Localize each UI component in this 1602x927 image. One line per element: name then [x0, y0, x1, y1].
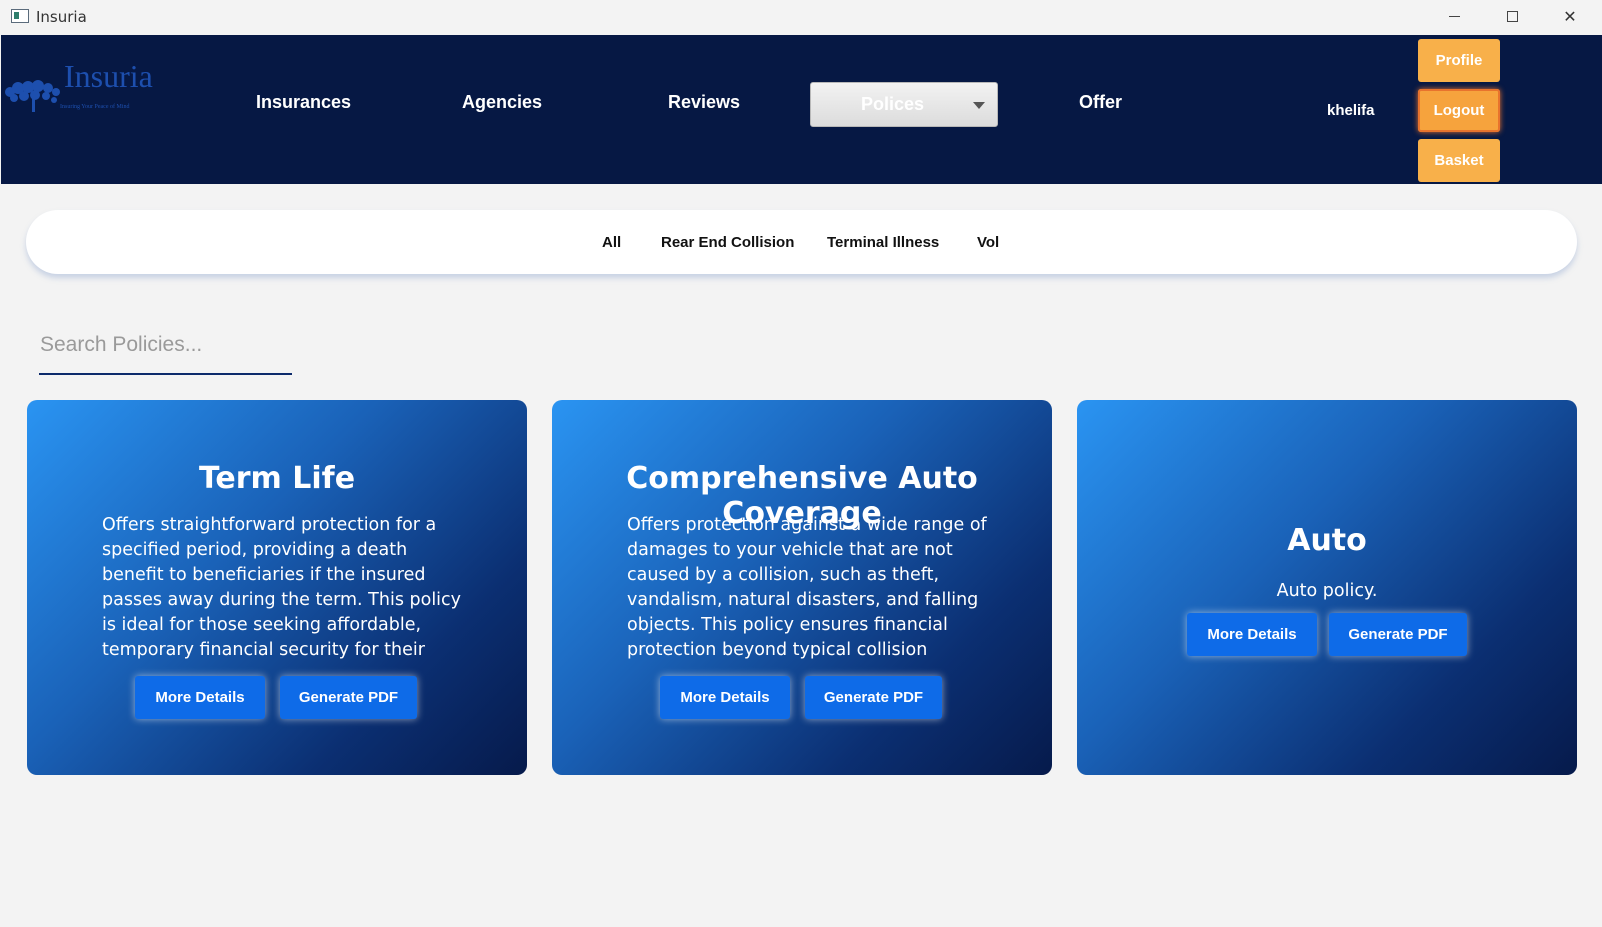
- nav-offer[interactable]: Offer: [1079, 92, 1122, 113]
- search-input[interactable]: [39, 316, 292, 373]
- search-field-wrapper: [39, 316, 292, 375]
- generate-pdf-button[interactable]: Generate PDF: [1329, 613, 1467, 656]
- basket-button[interactable]: Basket: [1418, 139, 1500, 182]
- policy-card-title: Auto: [1287, 523, 1367, 558]
- policy-card-title: Term Life: [198, 461, 356, 496]
- minimize-button[interactable]: [1425, 0, 1483, 33]
- filter-rear-end-collision[interactable]: Rear End Collision: [661, 234, 794, 251]
- logo-tree-icon: [5, 80, 60, 112]
- minimize-icon: [1448, 16, 1460, 17]
- maximize-button[interactable]: [1483, 0, 1541, 33]
- filter-terminal-illness[interactable]: Terminal Illness: [827, 234, 939, 251]
- close-icon: ✕: [1563, 8, 1577, 26]
- filter-vol[interactable]: Vol: [977, 234, 999, 251]
- close-window-button[interactable]: ✕: [1541, 0, 1599, 33]
- maximize-icon: [1506, 11, 1518, 22]
- chevron-down-icon: [973, 102, 985, 109]
- app-icon: [11, 9, 29, 23]
- filter-all[interactable]: All: [602, 234, 621, 251]
- policies-dropdown[interactable]: Polices: [810, 82, 998, 127]
- logo-text: Insuria: [64, 58, 153, 94]
- generate-pdf-button[interactable]: Generate PDF: [805, 676, 942, 719]
- policy-card: Auto Auto policy. More Details Generate …: [1077, 400, 1577, 775]
- category-filter-bar: All Rear End Collision Terminal Illness …: [26, 210, 1577, 274]
- policy-card-description: Offers protection against a wide range o…: [627, 515, 987, 660]
- username-label: khelifa: [1327, 102, 1375, 119]
- profile-button[interactable]: Profile: [1418, 39, 1500, 82]
- logo[interactable]: Insuria Insuring Your Peace of Mind: [2, 42, 153, 138]
- policy-card-description: Auto policy.: [1276, 581, 1378, 601]
- logout-button[interactable]: Logout: [1418, 89, 1500, 132]
- policy-card-description: Offers straightforward protection for a …: [102, 515, 462, 660]
- window-titlebar: Insuria ✕: [0, 0, 1602, 35]
- nav-insurances[interactable]: Insurances: [256, 92, 351, 113]
- window-title: Insuria: [36, 8, 87, 26]
- more-details-button[interactable]: More Details: [660, 676, 790, 719]
- nav-reviews[interactable]: Reviews: [668, 92, 740, 113]
- more-details-button[interactable]: More Details: [135, 676, 265, 719]
- policies-dropdown-label: Polices: [861, 94, 925, 114]
- generate-pdf-button[interactable]: Generate PDF: [280, 676, 417, 719]
- policy-card: Term Life Offers straightforward protect…: [27, 400, 527, 775]
- more-details-button[interactable]: More Details: [1187, 613, 1317, 656]
- logo-tagline: Insuring Your Peace of Mind: [60, 104, 130, 110]
- policy-card: Comprehensive Auto Coverage Offers prote…: [552, 400, 1052, 775]
- nav-agencies[interactable]: Agencies: [462, 92, 542, 113]
